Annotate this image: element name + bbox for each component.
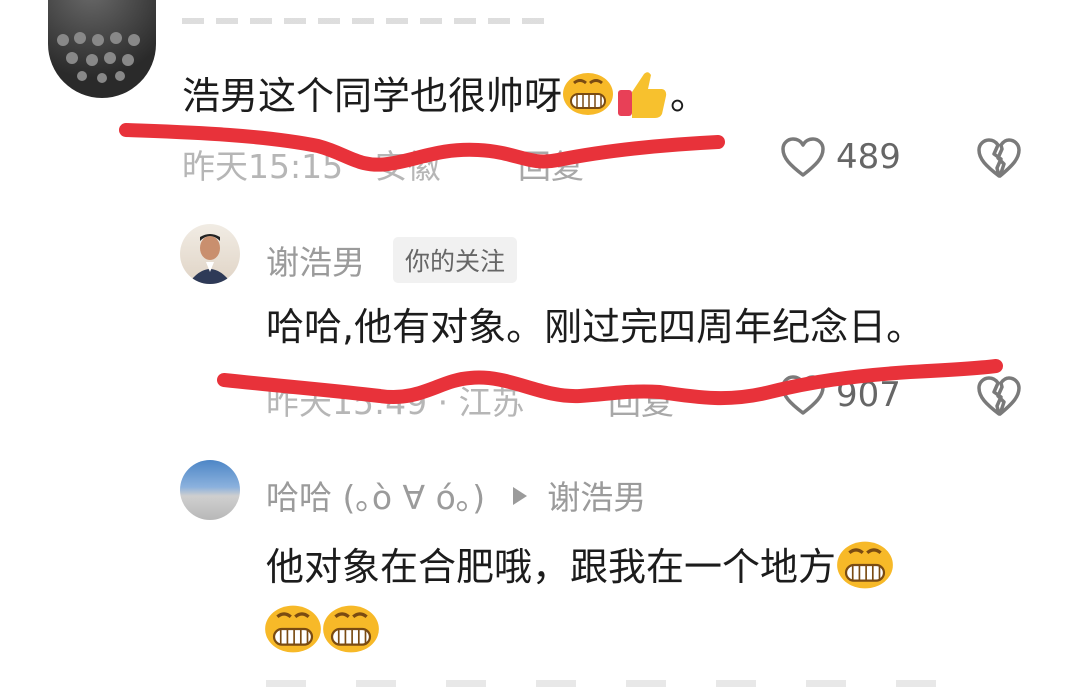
comment-3-header: 哈哈 (｡ò ∀ ó｡) 谢浩男 [266,471,646,519]
comment-1-meta: 昨天15:15 · 安徽 [182,140,441,188]
meta-dot: · [437,383,459,422]
dislike-button[interactable] [976,374,1022,422]
comment-2-text: 哈哈,他有对象。刚过完四周年纪念日。 [266,305,925,349]
heart-outline-icon [781,137,825,177]
triangle-right-icon [511,476,529,515]
comment-3-body: 他对象在合肥哦，跟我在一个地方 [266,544,837,589]
thumbs-up-emoji [614,68,670,129]
like-count: 907 [836,375,901,415]
comment-1-body: 浩男这个同学也很帅呀 [182,73,563,118]
reply-button[interactable]: 回复 [608,376,674,424]
like-button[interactable]: 907 [780,374,901,416]
comment-1-suffix: 。 [670,73,709,118]
like-count: 489 [836,137,901,177]
cropped-footer-remnant [266,680,986,687]
grinning-face-emoji [836,540,894,599]
reply-to-username[interactable]: 谢浩男 [547,471,646,519]
comment-location: 江苏 [458,383,525,422]
comment-3-username[interactable]: 哈哈 (｡ò ∀ ó｡) [266,471,485,519]
comment-time: 昨天15:49 [266,383,428,422]
comment-2-meta: 昨天15:49 · 江苏 [266,376,525,424]
comment-1-text: 浩男这个同学也很帅呀 。 [182,68,708,129]
broken-heart-icon [977,138,1021,178]
cropped-header-remnant [182,18,552,24]
grinning-face-emoji [562,72,614,125]
comment-3-emoji-row [264,604,380,658]
grinning-face-emoji [264,604,322,658]
like-button[interactable]: 489 [780,136,901,178]
comment-time: 昨天15:15 [182,147,344,186]
meta-dot: · [353,147,375,186]
avatar-crowd-image [57,32,140,83]
avatar[interactable] [180,460,240,520]
comment-2-username[interactable]: 谢浩男 [266,236,365,284]
heart-outline-icon [781,375,825,415]
comment-3-text: 他对象在合肥哦，跟我在一个地方 [266,540,894,599]
avatar[interactable] [48,0,156,98]
comment-location: 安徽 [374,147,441,186]
grinning-face-emoji [322,604,380,658]
avatar[interactable] [180,224,240,284]
follow-badge: 你的关注 [393,237,518,283]
dislike-button[interactable] [976,136,1022,184]
reply-button[interactable]: 回复 [518,140,584,188]
avatar-person-image [188,234,232,284]
broken-heart-icon [977,376,1021,416]
